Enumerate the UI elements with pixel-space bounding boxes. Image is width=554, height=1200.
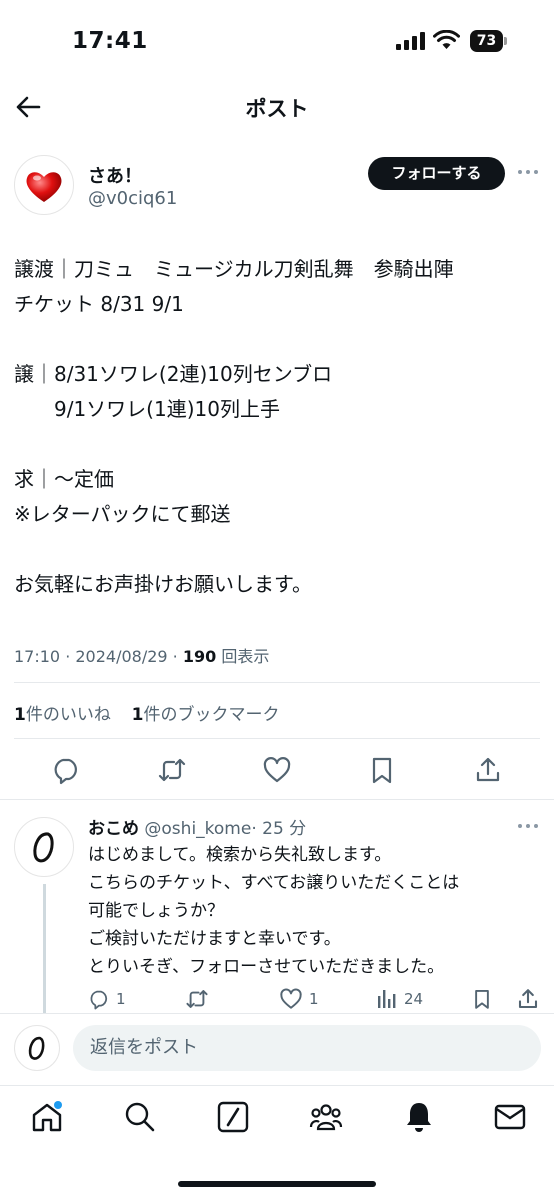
home-indicator — [178, 1181, 376, 1187]
reply-reply-action[interactable]: 1 — [88, 987, 126, 1011]
reply-line: はじめまして。検索から失礼致します。 — [88, 845, 392, 865]
grok-icon[interactable] — [216, 1100, 250, 1134]
reply-retweet-action[interactable] — [185, 987, 209, 1011]
reply-reply-count: 1 — [116, 990, 126, 1008]
bookmark-icon — [475, 989, 489, 1009]
reply-author-name[interactable]: おこめ — [88, 819, 139, 839]
search-icon[interactable] — [123, 1100, 157, 1134]
post-time: 17:10 · 2024/08/29 · — [14, 647, 183, 666]
author-name[interactable]: さあ！ — [88, 162, 142, 188]
post-line: お気軽にお声掛けお願いします。 — [14, 572, 312, 596]
divider — [0, 1013, 554, 1014]
reply-line: こちらのチケット、すべてお譲りいただくことは — [88, 873, 460, 893]
reply-input[interactable]: 返信をポスト — [73, 1025, 541, 1071]
post-text: 譲渡｜刀ミュ ミュージカル刀剣乱舞 参騎出陣 チケット 8/31 9/1 譲｜8… — [14, 252, 544, 602]
my-avatar[interactable] — [14, 1025, 60, 1071]
reply-like-action[interactable]: 1 — [279, 987, 319, 1011]
post-timestamp: 17:10 · 2024/08/29 · 190 回表示 — [14, 643, 269, 667]
reply-author-handle[interactable]: @oshi_kome — [144, 819, 251, 839]
post-line — [14, 532, 544, 567]
post-line — [14, 427, 544, 462]
messages-icon[interactable] — [493, 1100, 527, 1134]
post-line: 求｜〜定価 — [14, 467, 114, 491]
reply-header: おこめ @oshi_kome· 25 分 — [88, 814, 306, 839]
post-line — [14, 322, 544, 357]
bookmark-icon[interactable] — [367, 755, 397, 785]
reply-view-count: 24 — [404, 990, 424, 1008]
wifi-icon — [433, 30, 460, 50]
view-label: 回表示 — [216, 647, 270, 666]
reply-views-action[interactable]: 24 — [376, 987, 423, 1011]
communities-icon[interactable] — [309, 1100, 343, 1134]
reply-like-count: 1 — [309, 990, 319, 1008]
reply-share-action[interactable] — [516, 987, 540, 1011]
divider — [0, 799, 554, 800]
retweet-icon — [186, 990, 208, 1008]
share-icon[interactable] — [473, 755, 503, 785]
more-icon[interactable] — [516, 166, 540, 178]
post-line: ※レターパックにて郵送 — [14, 502, 231, 526]
reply-icon — [90, 990, 108, 1010]
post-line: チケット 8/31 9/1 — [14, 292, 184, 316]
post-line: 譲渡｜刀ミュ ミュージカル刀剣乱舞 参騎出陣 — [14, 257, 454, 281]
follow-button[interactable]: フォローする — [368, 157, 505, 190]
status-time: 17:41 — [72, 28, 148, 54]
reply-line: ご検討いただけますと幸いです。 — [88, 929, 341, 949]
reply-line: 可能でしょうか？ — [88, 901, 224, 921]
page-title: ポスト — [245, 97, 309, 121]
reply-bookmark-action[interactable] — [471, 987, 493, 1011]
post-line: 9/1ソワレ(1連)10列上手 — [14, 397, 280, 421]
home-icon[interactable] — [30, 1100, 64, 1134]
divider — [0, 1085, 554, 1086]
view-count: 190 — [182, 647, 217, 666]
author-handle[interactable]: @v0ciq61 — [88, 188, 177, 209]
like-icon — [280, 988, 302, 1009]
reply-icon[interactable] — [51, 755, 81, 785]
signal-icon — [396, 32, 426, 50]
reply-time: · 25 分 — [251, 819, 307, 839]
notifications-icon[interactable] — [402, 1100, 436, 1134]
divider — [14, 738, 540, 739]
battery-level: 73 — [470, 30, 503, 52]
reply-avatar[interactable] — [14, 817, 74, 877]
likes-stat[interactable]: 1件のいいね — [14, 705, 111, 725]
retweet-icon[interactable] — [157, 755, 187, 785]
author-avatar[interactable] — [14, 155, 74, 215]
reply-more-icon[interactable] — [516, 820, 540, 832]
battery-icon: 73 — [470, 30, 508, 52]
share-icon — [518, 989, 538, 1009]
reply-line: とりいそぎ、フォローさせていただきました。 — [88, 957, 445, 977]
engagement-stats: 1件のいいね 1件のブックマーク — [14, 700, 280, 725]
thread-line — [43, 884, 46, 1014]
reply-text: はじめまして。検索から失礼致します。 こちらのチケット、すべてお譲りいただくこと… — [88, 841, 538, 981]
post-line: 譲｜8/31ソワレ(2連)10列センブロ — [14, 362, 333, 386]
divider — [14, 682, 540, 683]
bookmarks-stat[interactable]: 1件のブックマーク — [132, 705, 280, 725]
views-icon — [378, 990, 396, 1008]
like-icon[interactable] — [262, 755, 292, 785]
